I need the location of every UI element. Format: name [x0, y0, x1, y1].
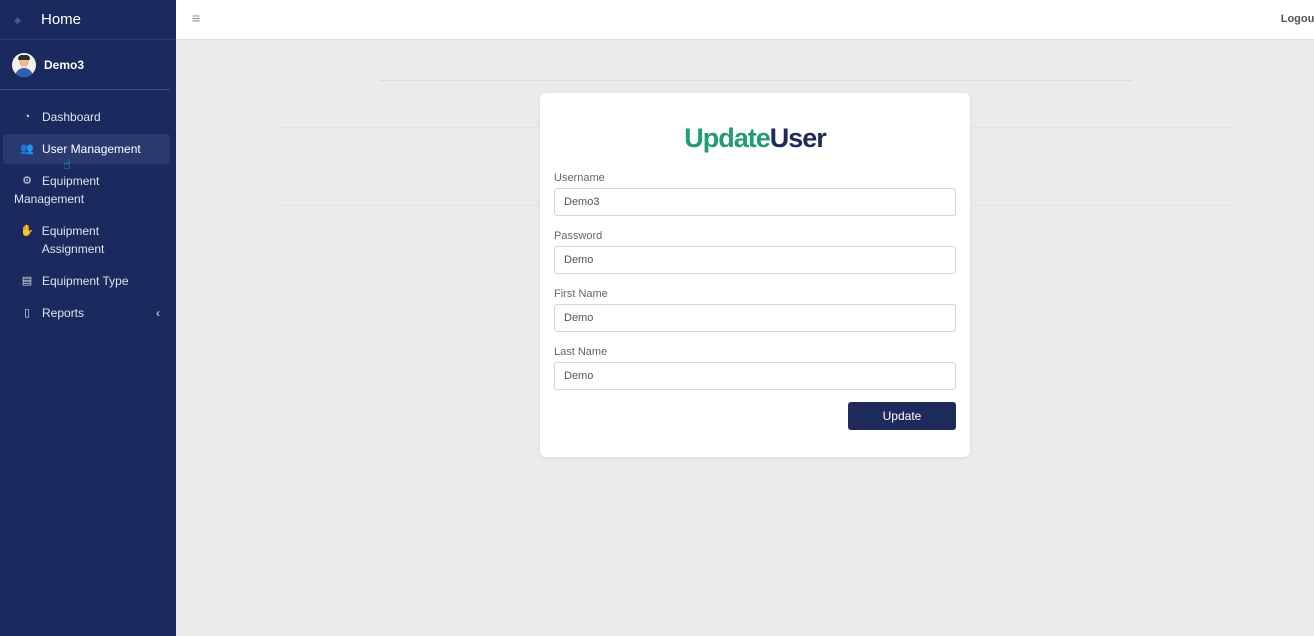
- sidebar-item-label: Dashboard: [42, 110, 101, 124]
- sidebar-item-label: User Management: [42, 142, 141, 156]
- file-icon: ▯: [23, 307, 31, 319]
- username-label: Username: [554, 172, 605, 184]
- sidebar-item-equipment-type[interactable]: ▤ Equipment Type: [3, 266, 170, 296]
- sidebar-item-user-management[interactable]: 👥 User Management: [3, 134, 170, 164]
- background-divider: [380, 80, 1132, 81]
- username-field: Username: [554, 172, 956, 216]
- logout-link[interactable]: Logout: [1281, 13, 1314, 25]
- title-part-update: Update: [684, 123, 771, 153]
- first-name-field: First Name: [554, 288, 956, 332]
- user-name: Demo3: [44, 57, 85, 72]
- sidebar-item-reports[interactable]: ▯ Reports ‹: [3, 298, 170, 328]
- sidebar-item-label: Equipment Assignment: [41, 224, 105, 256]
- menu-toggle-icon[interactable]: ≡: [192, 10, 200, 26]
- avatar: [12, 52, 36, 77]
- sidebar-item-label: Reports: [42, 306, 85, 320]
- last-name-label: Last Name: [554, 346, 608, 358]
- sidebar-item-label-line2: Management: [14, 192, 85, 206]
- handshake-icon: ✋: [19, 225, 34, 237]
- password-label: Password: [554, 230, 603, 242]
- update-user-card: UpdateUser Username Password First Name …: [540, 93, 970, 457]
- sidebar: ◆ Home Demo3 ◔ Dashboard 👥 User Manageme…: [0, 0, 176, 636]
- sidebar-item-equipment-assignment[interactable]: ✋ Equipment Assignment: [3, 216, 170, 264]
- sidebar-item-label: Equipment: [42, 174, 100, 188]
- gauge-icon: ◔: [23, 111, 31, 123]
- first-name-label: First Name: [554, 288, 608, 300]
- brand-text: Home: [41, 11, 82, 28]
- username-input[interactable]: [554, 188, 956, 216]
- hand-cursor-icon: ☝: [63, 157, 71, 172]
- sidebar-item-equipment-management[interactable]: ⚙ Equipment Management: [3, 166, 170, 214]
- brand-link[interactable]: ◆ Home: [0, 0, 176, 40]
- title-part-user: User: [769, 123, 827, 153]
- cogs-icon: ⚙: [22, 175, 32, 187]
- logo-icon: ◆: [14, 14, 21, 25]
- user-panel[interactable]: Demo3: [0, 40, 170, 90]
- archive-icon: ▤: [21, 275, 33, 287]
- password-field: Password: [554, 230, 956, 274]
- last-name-field: Last Name: [554, 346, 956, 390]
- users-icon: 👥: [20, 143, 34, 155]
- sidebar-item-dashboard[interactable]: ◔ Dashboard: [3, 102, 170, 132]
- top-navbar: ≡ Logout: [176, 0, 1314, 40]
- update-button[interactable]: Update: [848, 402, 956, 430]
- page-title: UpdateUser: [540, 123, 970, 154]
- chevron-left-icon: ‹: [156, 306, 160, 320]
- last-name-input[interactable]: [554, 362, 956, 390]
- first-name-input[interactable]: [554, 304, 956, 332]
- sidebar-nav: ◔ Dashboard 👥 User Management ⚙ Equipmen…: [0, 102, 176, 328]
- password-input[interactable]: [554, 246, 956, 274]
- sidebar-item-label: Equipment Type: [42, 274, 129, 288]
